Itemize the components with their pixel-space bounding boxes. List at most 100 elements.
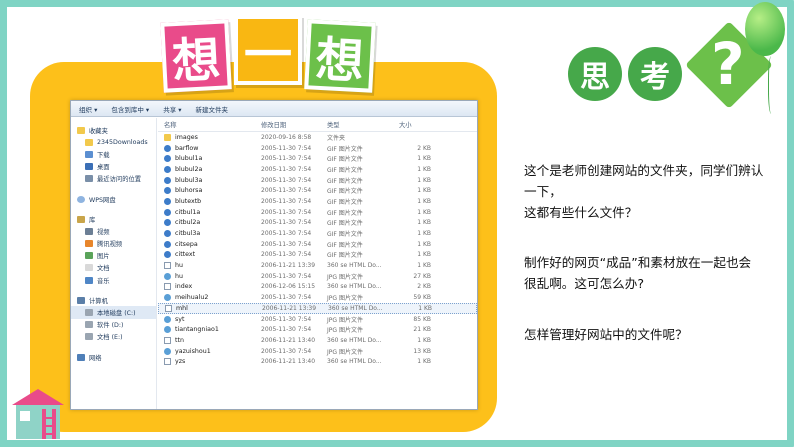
column-type-header[interactable]: 类型 bbox=[327, 120, 391, 129]
file-row[interactable]: index 2006-12-06 15:15 360 se HTML Do... 2 … bbox=[158, 282, 477, 293]
file-row[interactable]: citbul1a 2005-11-30 7:54 GIF 图片文件 1 KB bbox=[158, 207, 477, 218]
file-row[interactable]: blubul3a 2005-11-30 7:54 GIF 图片文件 1 KB bbox=[158, 175, 477, 186]
file-type: 360 se HTML Do... bbox=[327, 336, 382, 344]
nav-item-documents[interactable]: 文档 bbox=[71, 262, 156, 274]
file-row[interactable]: citbul2a 2005-11-30 7:54 GIF 图片文件 1 KB bbox=[158, 218, 477, 229]
file-size: 1 KB bbox=[417, 251, 431, 259]
file-size: 1 KB bbox=[417, 187, 431, 195]
slide-title: 想 一 想 bbox=[160, 15, 376, 93]
column-size-header[interactable]: 大小 bbox=[391, 120, 431, 129]
document-icon bbox=[85, 264, 93, 272]
computer-icon bbox=[77, 296, 85, 304]
file-date: 2006-11-21 13:39 bbox=[261, 262, 316, 270]
file-name: yazuishou1 bbox=[175, 347, 211, 355]
file-row[interactable]: hu 2005-11-30 7:54 JPG 图片文件 27 KB bbox=[158, 271, 477, 282]
file-name: citbul2a bbox=[175, 219, 201, 227]
file-name-cell: index bbox=[158, 283, 261, 291]
file-row[interactable]: citbul3a 2005-11-30 7:54 GIF 图片文件 1 KB bbox=[158, 228, 477, 239]
text-line-6: 怎样管理好网站中的文件呢？ bbox=[524, 327, 688, 342]
file-row[interactable]: blutextb 2005-11-30 7:54 GIF 图片文件 1 KB bbox=[158, 196, 477, 207]
file-type: JPG 图片文件 bbox=[327, 295, 363, 303]
file-size: 1 KB bbox=[417, 155, 431, 163]
file-row[interactable]: citsepa 2005-11-30 7:54 GIF 图片文件 1 KB bbox=[158, 239, 477, 250]
file-date: 2005-11-30 7:54 bbox=[261, 176, 312, 184]
nav-label: 下载 bbox=[97, 151, 110, 159]
new-folder-button[interactable]: 新建文件夹 bbox=[196, 104, 229, 114]
file-type: 360 se HTML Do... bbox=[327, 283, 382, 291]
nav-item-drive-c[interactable]: 本地磁盘 (C:) bbox=[71, 306, 156, 319]
html-file-icon bbox=[165, 304, 172, 312]
file-type: GIF 图片文件 bbox=[327, 231, 363, 239]
file-row[interactable]: meihualu2 2005-11-30 7:54 JPG 图片文件 59 KB bbox=[158, 292, 477, 303]
html-file-icon bbox=[164, 336, 171, 344]
nav-wps-cloud[interactable]: WPS网盘 bbox=[71, 193, 156, 205]
file-row[interactable]: tiantangniao1 2005-11-30 7:54 JPG 图片文件 21 K… bbox=[158, 324, 477, 335]
balloon-string bbox=[768, 56, 776, 114]
nav-label: 文档 (E:) bbox=[97, 334, 123, 342]
jpg-file-icon bbox=[164, 326, 171, 334]
nav-label: WPS网盘 bbox=[89, 196, 116, 204]
file-row[interactable]: mhl 2006-11-21 13:39 360 se HTML Do... 1 KB bbox=[158, 303, 477, 314]
file-type: GIF 图片文件 bbox=[327, 188, 363, 196]
file-row[interactable]: images 2020-09-16 8:58 文件夹 bbox=[158, 132, 477, 143]
nav-item-downloads[interactable]: 下载 bbox=[71, 148, 156, 160]
file-row[interactable]: hu 2006-11-21 13:39 360 se HTML Do... 1 KB bbox=[158, 260, 477, 271]
file-name-cell: hu bbox=[158, 262, 261, 270]
file-row[interactable]: cittext 2005-11-30 7:54 GIF 图片文件 1 KB bbox=[158, 250, 477, 261]
column-name-header[interactable]: 名称 bbox=[158, 120, 261, 129]
file-type: 文件夹 bbox=[327, 134, 346, 142]
file-name: blutextb bbox=[175, 197, 202, 205]
file-row[interactable]: ttn 2006-11-21 13:40 360 se HTML Do... 1 KB bbox=[158, 335, 477, 346]
nav-item-pictures[interactable]: 图片 bbox=[71, 250, 156, 262]
gif-file-icon bbox=[164, 187, 171, 195]
nav-item-desktop[interactable]: 桌面 bbox=[71, 161, 156, 173]
file-date: 2005-11-30 7:54 bbox=[261, 197, 312, 205]
nav-item-recent[interactable]: 最近访问的位置 bbox=[71, 173, 156, 185]
file-explorer-window: 组织 ▾ 包含到库中 ▾ 共享 ▾ 新建文件夹 收藏夹 2345Download… bbox=[70, 100, 478, 410]
file-name: tiantangniao1 bbox=[175, 326, 219, 334]
file-row[interactable]: yzs 2006-11-21 13:40 360 se HTML Do... 1 KB bbox=[158, 356, 477, 367]
nav-item-2345downloads[interactable]: 2345Downloads bbox=[71, 136, 156, 148]
file-date: 2005-11-30 7:54 bbox=[261, 294, 312, 302]
file-date: 2005-11-30 7:54 bbox=[261, 230, 312, 238]
file-size: 13 KB bbox=[413, 347, 431, 355]
file-type: 360 se HTML Do... bbox=[328, 304, 383, 312]
file-row[interactable]: bluhorsa 2005-11-30 7:54 GIF 图片文件 1 KB bbox=[158, 185, 477, 196]
music-icon bbox=[85, 276, 93, 284]
column-date-header[interactable]: 修改日期 bbox=[261, 120, 327, 129]
nav-library[interactable]: 库 bbox=[71, 213, 156, 225]
file-row[interactable]: syt 2005-11-30 7:54 JPG 图片文件 85 KB bbox=[158, 314, 477, 325]
file-row[interactable]: blubul2a 2005-11-30 7:54 GIF 图片文件 1 KB bbox=[158, 164, 477, 175]
file-name-cell: cittext bbox=[158, 251, 261, 259]
file-name-cell: citbul3a bbox=[158, 230, 261, 238]
file-date: 2005-11-30 7:54 bbox=[261, 165, 312, 173]
file-name-cell: barflow bbox=[158, 144, 261, 152]
nav-item-drive-e[interactable]: 文档 (E:) bbox=[71, 331, 156, 343]
nav-network[interactable]: 网络 bbox=[71, 351, 156, 363]
file-size: 1 KB bbox=[418, 304, 432, 312]
nav-computer[interactable]: 计算机 bbox=[71, 294, 156, 306]
organize-button[interactable]: 组织 ▾ bbox=[79, 104, 97, 114]
file-size: 1 KB bbox=[417, 230, 431, 238]
nav-item-drive-d[interactable]: 软件 (D:) bbox=[71, 319, 156, 331]
nav-label: 文档 bbox=[97, 265, 110, 273]
think-char-1: 思 bbox=[568, 47, 622, 101]
file-row[interactable]: blubul1a 2005-11-30 7:54 GIF 图片文件 1 KB bbox=[158, 153, 477, 164]
file-name: blubul1a bbox=[175, 155, 203, 163]
file-row[interactable]: yazuishou1 2005-11-30 7:54 JPG 图片文件 13 KB bbox=[158, 346, 477, 357]
file-size: 85 KB bbox=[413, 315, 431, 323]
nav-favorites[interactable]: 收藏夹 bbox=[71, 124, 156, 136]
file-date: 2006-11-21 13:39 bbox=[262, 304, 317, 312]
include-in-library-button[interactable]: 包含到库中 ▾ bbox=[111, 104, 149, 114]
nav-label: 最近访问的位置 bbox=[97, 176, 142, 184]
nav-label: 软件 (D:) bbox=[97, 322, 124, 330]
file-row[interactable]: barflow 2005-11-30 7:54 GIF 图片文件 2 KB bbox=[158, 143, 477, 154]
file-size: 59 KB bbox=[413, 294, 431, 302]
nav-item-tencent-video[interactable]: 腾讯视频 bbox=[71, 238, 156, 250]
file-type: GIF 图片文件 bbox=[327, 145, 363, 153]
nav-item-videos[interactable]: 视频 bbox=[71, 225, 156, 237]
file-size: 21 KB bbox=[413, 326, 431, 334]
share-button[interactable]: 共享 ▾ bbox=[163, 104, 181, 114]
file-name: citbul1a bbox=[175, 208, 201, 216]
nav-item-music[interactable]: 音乐 bbox=[71, 274, 156, 286]
